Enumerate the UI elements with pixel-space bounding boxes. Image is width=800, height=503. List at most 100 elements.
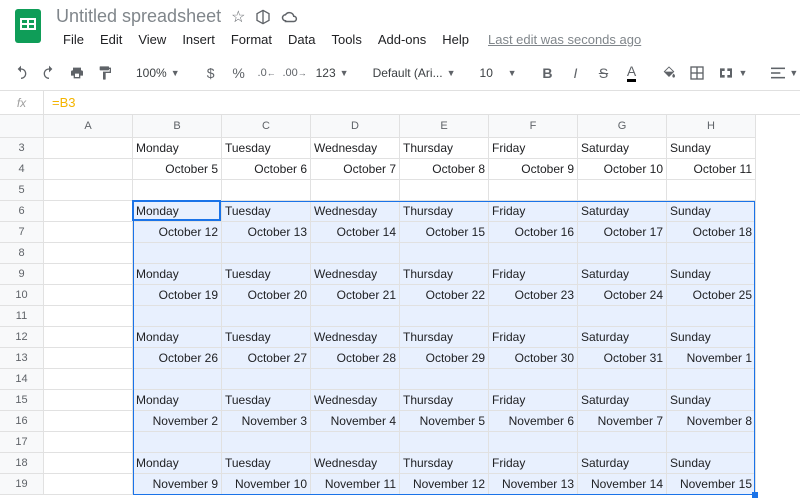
row-header-7[interactable]: 7 [0,222,44,243]
cell-C10[interactable]: October 20 [222,285,311,306]
row-header-10[interactable]: 10 [0,285,44,306]
cell-B4[interactable]: October 5 [133,159,222,180]
menu-edit[interactable]: Edit [93,29,129,50]
cell-B7[interactable]: October 12 [133,222,222,243]
cell-C15[interactable]: Tuesday [222,390,311,411]
cell-D5[interactable] [311,180,400,201]
cell-G19[interactable]: November 14 [578,474,667,495]
italic-button[interactable]: I [562,60,588,86]
cell-D6[interactable]: Wednesday [311,201,400,222]
cell-B13[interactable]: October 26 [133,348,222,369]
formula-bar[interactable]: =B3 [44,95,800,110]
cell-E17[interactable] [400,432,489,453]
cell-A19[interactable] [44,474,133,495]
cell-C19[interactable]: November 10 [222,474,311,495]
cell-E6[interactable]: Thursday [400,201,489,222]
cell-B19[interactable]: November 9 [133,474,222,495]
cell-C16[interactable]: November 3 [222,411,311,432]
cell-B8[interactable] [133,243,222,264]
paint-format-button[interactable] [92,60,118,86]
borders-button[interactable] [684,60,710,86]
cell-F10[interactable]: October 23 [489,285,578,306]
menu-data[interactable]: Data [281,29,322,50]
last-edit-link[interactable]: Last edit was seconds ago [488,32,641,47]
cell-D14[interactable] [311,369,400,390]
cell-H14[interactable] [667,369,756,390]
cell-D19[interactable]: November 11 [311,474,400,495]
col-header-G[interactable]: G [578,115,667,138]
cell-G7[interactable]: October 17 [578,222,667,243]
cell-E19[interactable]: November 12 [400,474,489,495]
cell-F13[interactable]: October 30 [489,348,578,369]
cell-G14[interactable] [578,369,667,390]
cell-E10[interactable]: October 22 [400,285,489,306]
cell-A4[interactable] [44,159,133,180]
cell-A9[interactable] [44,264,133,285]
cell-H12[interactable]: Sunday [667,327,756,348]
cell-G11[interactable] [578,306,667,327]
move-icon[interactable] [255,9,271,25]
cell-G12[interactable]: Saturday [578,327,667,348]
merge-cells-button[interactable]: ▼ [712,60,753,86]
cell-F5[interactable] [489,180,578,201]
cell-H3[interactable]: Sunday [667,138,756,159]
cell-C12[interactable]: Tuesday [222,327,311,348]
cell-B9[interactable]: Monday [133,264,222,285]
sheets-logo[interactable] [8,6,48,46]
cell-A12[interactable] [44,327,133,348]
cell-F8[interactable] [489,243,578,264]
cell-E12[interactable]: Thursday [400,327,489,348]
cell-G10[interactable]: October 24 [578,285,667,306]
cell-C17[interactable] [222,432,311,453]
cell-F17[interactable] [489,432,578,453]
cell-B6[interactable]: Monday [133,201,222,222]
cell-B15[interactable]: Monday [133,390,222,411]
row-header-9[interactable]: 9 [0,264,44,285]
cell-E11[interactable] [400,306,489,327]
row-header-4[interactable]: 4 [0,159,44,180]
cell-G13[interactable]: October 31 [578,348,667,369]
cell-H8[interactable] [667,243,756,264]
cell-F11[interactable] [489,306,578,327]
cell-E7[interactable]: October 15 [400,222,489,243]
cell-A3[interactable] [44,138,133,159]
format-percent-button[interactable]: % [226,60,252,86]
cell-D10[interactable]: October 21 [311,285,400,306]
cell-C9[interactable]: Tuesday [222,264,311,285]
col-header-D[interactable]: D [311,115,400,138]
cell-G18[interactable]: Saturday [578,453,667,474]
cell-D16[interactable]: November 4 [311,411,400,432]
redo-button[interactable] [36,60,62,86]
cell-B5[interactable] [133,180,222,201]
row-header-6[interactable]: 6 [0,201,44,222]
cell-E3[interactable]: Thursday [400,138,489,159]
cell-E15[interactable]: Thursday [400,390,489,411]
cell-C7[interactable]: October 13 [222,222,311,243]
cell-D9[interactable]: Wednesday [311,264,400,285]
cell-H6[interactable]: Sunday [667,201,756,222]
cell-E4[interactable]: October 8 [400,159,489,180]
cell-B11[interactable] [133,306,222,327]
cell-E16[interactable]: November 5 [400,411,489,432]
cell-G6[interactable]: Saturday [578,201,667,222]
row-header-12[interactable]: 12 [0,327,44,348]
decrease-decimal-button[interactable]: .0← [254,60,280,86]
undo-button[interactable] [8,60,34,86]
menu-addons[interactable]: Add-ons [371,29,433,50]
star-icon[interactable]: ☆ [231,7,245,27]
cell-C5[interactable] [222,180,311,201]
cell-D7[interactable]: October 14 [311,222,400,243]
cell-C6[interactable]: Tuesday [222,201,311,222]
cell-H10[interactable]: October 25 [667,285,756,306]
row-header-17[interactable]: 17 [0,432,44,453]
cell-H18[interactable]: Sunday [667,453,756,474]
cell-H7[interactable]: October 18 [667,222,756,243]
cell-F4[interactable]: October 9 [489,159,578,180]
zoom-dropdown[interactable]: 100%▼ [130,60,186,86]
cell-A13[interactable] [44,348,133,369]
cell-C11[interactable] [222,306,311,327]
menu-view[interactable]: View [131,29,173,50]
cell-F3[interactable]: Friday [489,138,578,159]
cell-H16[interactable]: November 8 [667,411,756,432]
cell-D12[interactable]: Wednesday [311,327,400,348]
